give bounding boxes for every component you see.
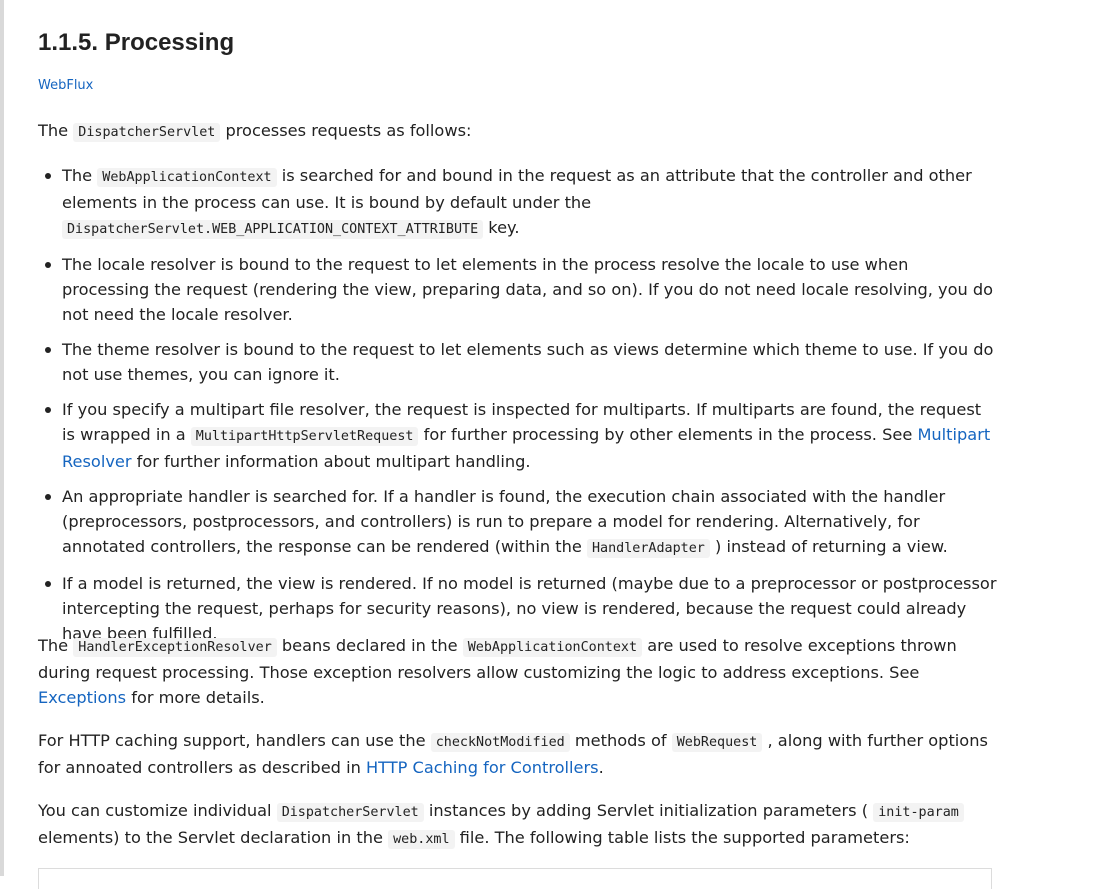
code-handlerexceptionresolver: HandlerExceptionResolver: [73, 638, 277, 657]
section-heading: 1.1.5. Processing: [38, 29, 235, 56]
exceptions-paragraph: The HandlerExceptionResolver beans decla…: [38, 636, 957, 707]
intro-paragraph: The DispatcherServlet processes requests…: [38, 121, 472, 142]
list-item: If you specify a multipart file resolver…: [38, 397, 998, 474]
code-webapplicationcontext: WebApplicationContext: [97, 168, 277, 187]
code-handleradapter: HandlerAdapter: [586, 539, 710, 558]
list-item: An appropriate handler is searched for. …: [38, 484, 998, 561]
processing-steps-list: The WebApplicationContext is searched fo…: [38, 163, 998, 656]
caching-paragraph: For HTTP caching support, handlers can u…: [38, 731, 988, 777]
exceptions-link[interactable]: Exceptions: [38, 688, 126, 707]
code-init-param: init-param: [873, 803, 964, 822]
code-context-attribute: DispatcherServlet.WEB_APPLICATION_CONTEX…: [62, 220, 484, 239]
customize-paragraph: You can customize individual DispatcherS…: [38, 798, 993, 852]
list-item: The theme resolver is bound to the reque…: [38, 337, 998, 387]
code-webrequest: WebRequest: [671, 733, 763, 752]
code-dispatcherservlet-2: DispatcherServlet: [276, 803, 424, 822]
left-border: [0, 0, 4, 876]
code-dispatcherservlet: DispatcherServlet: [73, 123, 221, 142]
webflux-link[interactable]: WebFlux: [38, 77, 93, 95]
code-webapplicationcontext-2: WebApplicationContext: [462, 638, 643, 657]
http-caching-link[interactable]: HTTP Caching for Controllers: [366, 758, 599, 777]
code-checknotmodified: checkNotModified: [430, 733, 570, 752]
list-item: The WebApplicationContext is searched fo…: [38, 163, 998, 242]
code-multipart-request: MultipartHttpServletRequest: [190, 427, 419, 446]
parameters-table-top: [38, 868, 992, 889]
list-item: The locale resolver is bound to the requ…: [38, 252, 998, 327]
code-web-xml: web.xml: [388, 830, 455, 849]
